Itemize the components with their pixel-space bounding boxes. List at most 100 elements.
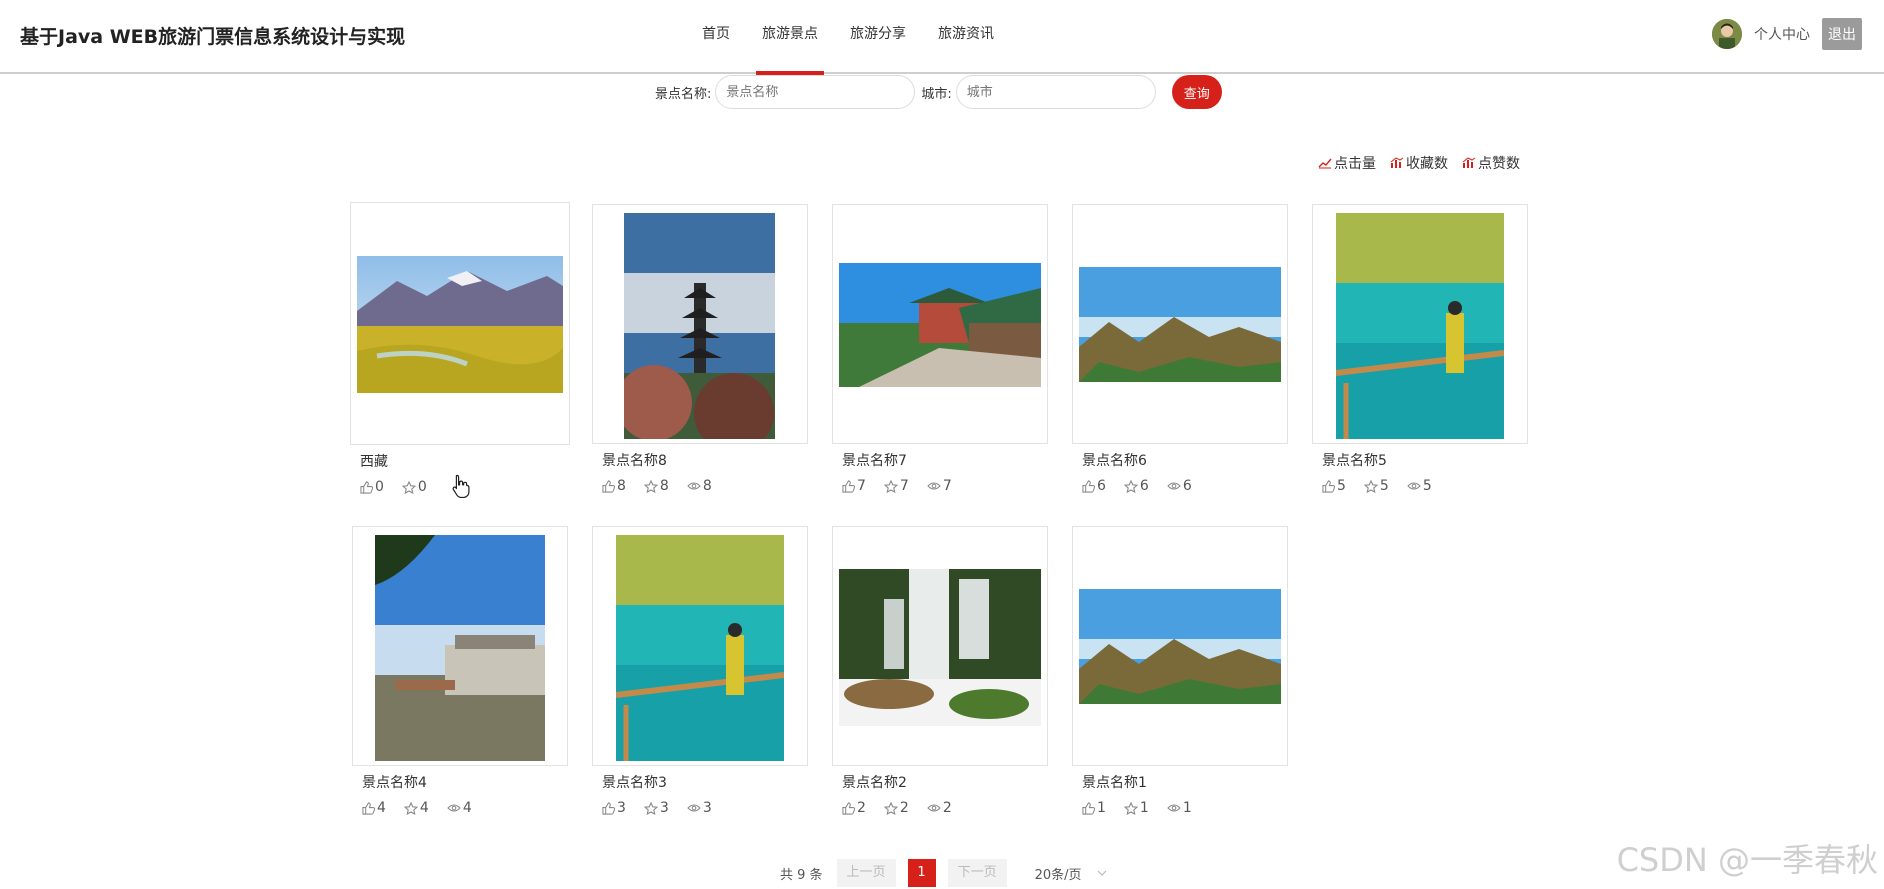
attraction-card[interactable]: 西藏 0 0 — [350, 202, 570, 495]
logout-button[interactable]: 退出 — [1822, 18, 1862, 50]
chevron-down-icon — [1097, 870, 1106, 876]
likes-stat[interactable]: 0 — [360, 479, 384, 495]
watermark: CSDN @一季春秋 — [1616, 841, 1878, 879]
favorites-count: 4 — [419, 800, 429, 816]
star-icon — [643, 479, 658, 493]
sort-label: 收藏数 — [1406, 156, 1448, 172]
likes-stat[interactable]: 4 — [362, 800, 386, 816]
views-stat[interactable]: 4 — [447, 800, 472, 816]
attraction-card[interactable]: 景点名称1 1 1 1 — [1072, 526, 1288, 816]
favorites-stat[interactable]: 3 — [643, 800, 669, 816]
sort-by-likes[interactable]: 点赞数 — [1462, 153, 1520, 173]
page-number-current[interactable]: 1 — [907, 859, 936, 887]
views-count: 1 — [1182, 800, 1192, 816]
attraction-card[interactable]: 景点名称7 7 7 7 — [832, 204, 1048, 494]
page-size-value: 20条/页 — [1034, 867, 1082, 883]
favorites-count: 3 — [659, 800, 669, 816]
attraction-name: 景点名称5 — [1322, 453, 1387, 469]
likes-stat[interactable]: 5 — [1322, 478, 1346, 494]
attraction-name: 景点名称6 — [1082, 453, 1147, 469]
attraction-card[interactable]: 景点名称3 3 3 3 — [592, 526, 808, 816]
favorites-stat[interactable]: 1 — [1123, 800, 1149, 816]
card-image-frame — [1072, 526, 1288, 766]
search-button[interactable]: 查询 — [1171, 75, 1222, 109]
likes-count: 8 — [617, 478, 626, 494]
site-title: 基于Java WEB旅游门票信息系统设计与实现 — [20, 26, 406, 48]
favorites-count: 5 — [1379, 478, 1389, 494]
user-area: 个人中心 退出 — [1712, 18, 1862, 50]
thumbs-up-icon — [842, 801, 855, 815]
sort-label: 点击量 — [1334, 156, 1376, 172]
name-search-input[interactable] — [715, 75, 916, 109]
prev-page-button[interactable]: 上一页 — [836, 859, 896, 887]
nav-news[interactable]: 旅游资讯 — [922, 0, 1010, 74]
search-bar: 景点名称: 城市: 查询 — [655, 74, 1222, 110]
attraction-card[interactable]: 景点名称2 2 2 2 — [832, 526, 1048, 816]
favorites-stat[interactable]: 7 — [883, 478, 909, 494]
views-count: 7 — [942, 478, 952, 494]
favorites-count: 1 — [1139, 800, 1149, 816]
likes-stat[interactable]: 7 — [842, 478, 866, 494]
likes-stat[interactable]: 8 — [602, 478, 626, 494]
bar-chart-icon — [1390, 157, 1404, 168]
favorites-count: 6 — [1139, 478, 1149, 494]
avatar[interactable] — [1712, 19, 1742, 49]
sort-by-favorites[interactable]: 收藏数 — [1390, 153, 1448, 173]
attraction-card[interactable]: 景点名称6 6 6 6 — [1072, 204, 1288, 494]
favorites-stat[interactable]: 5 — [1363, 478, 1389, 494]
thumbs-up-icon — [602, 801, 615, 815]
attraction-name: 景点名称3 — [602, 775, 667, 791]
page-size-select[interactable]: 20条/页 — [1035, 864, 1108, 883]
star-icon — [1123, 479, 1138, 493]
next-page-button[interactable]: 下一页 — [947, 859, 1007, 887]
thumbs-up-icon — [360, 480, 373, 494]
card-stats: 6 6 6 — [1082, 478, 1288, 494]
attraction-name: 西藏 — [360, 454, 388, 470]
eye-icon — [1167, 804, 1181, 812]
favorites-stat[interactable]: 4 — [403, 800, 429, 816]
likes-stat[interactable]: 3 — [602, 800, 626, 816]
favorites-count: 8 — [659, 478, 669, 494]
views-stat[interactable]: 5 — [1407, 478, 1432, 494]
views-stat[interactable]: 2 — [927, 800, 952, 816]
views-count: 6 — [1182, 478, 1192, 494]
nav-home[interactable]: 首页 — [686, 0, 746, 74]
views-stat[interactable]: 8 — [687, 478, 712, 494]
views-stat[interactable]: 7 — [927, 478, 952, 494]
favorites-stat[interactable]: 6 — [1123, 478, 1149, 494]
attraction-name: 景点名称2 — [842, 775, 907, 791]
city-label: 城市: — [921, 86, 952, 102]
favorites-stat[interactable]: 8 — [643, 478, 669, 494]
sort-by-clicks[interactable]: 点击量 — [1318, 153, 1376, 173]
thumbs-up-icon — [842, 479, 855, 493]
views-stat[interactable]: 1 — [1167, 800, 1192, 816]
attraction-image — [1336, 213, 1504, 439]
attraction-card[interactable]: 景点名称5 5 5 5 — [1312, 204, 1528, 494]
likes-count: 5 — [1337, 478, 1346, 494]
likes-count: 1 — [1097, 800, 1106, 816]
likes-stat[interactable]: 1 — [1082, 800, 1106, 816]
sort-label: 点赞数 — [1478, 156, 1520, 172]
top-header: 基于Java WEB旅游门票信息系统设计与实现 首页 旅游景点 旅游分享 旅游资… — [0, 0, 1884, 76]
likes-stat[interactable]: 2 — [842, 800, 866, 816]
views-stat[interactable]: 6 — [1167, 478, 1192, 494]
eye-icon — [1167, 482, 1181, 490]
thumbs-up-icon — [1082, 801, 1095, 815]
attraction-image — [624, 213, 775, 439]
user-center-link[interactable]: 个人中心 — [1754, 24, 1810, 44]
thumbs-up-icon — [1082, 479, 1095, 493]
attraction-name: 景点名称8 — [602, 453, 667, 469]
nav-share[interactable]: 旅游分享 — [834, 0, 922, 74]
likes-count: 7 — [857, 478, 866, 494]
card-image-frame — [1312, 204, 1528, 444]
views-stat[interactable]: 3 — [687, 800, 712, 816]
city-search-input[interactable] — [955, 75, 1156, 109]
eye-icon — [1407, 482, 1421, 490]
likes-count: 2 — [857, 800, 866, 816]
attraction-card[interactable]: 景点名称4 4 4 4 — [352, 526, 568, 816]
likes-stat[interactable]: 6 — [1082, 478, 1106, 494]
attraction-card[interactable]: 景点名称8 8 8 8 — [592, 204, 808, 494]
favorites-stat[interactable]: 2 — [883, 800, 909, 816]
favorites-stat[interactable]: 0 — [401, 479, 427, 495]
nav-attractions[interactable]: 旅游景点 — [746, 0, 834, 76]
